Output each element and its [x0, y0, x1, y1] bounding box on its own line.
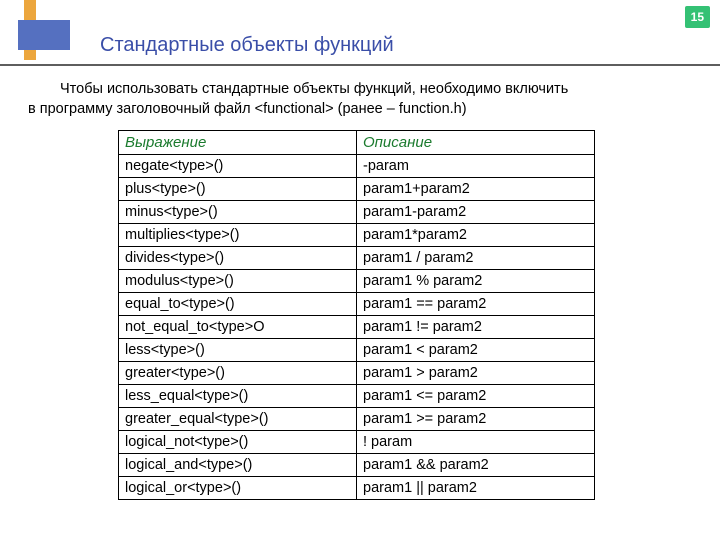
cell-description: param1 > param2 — [357, 362, 595, 385]
table-row: less<type>()param1 < param2 — [119, 339, 595, 362]
functions-table: Выражение Описание negate<type>()-param … — [118, 130, 595, 500]
table-row: logical_or<type>()param1 || param2 — [119, 477, 595, 500]
intro-text: Чтобы использовать стандартные объекты ф… — [28, 80, 692, 119]
table-row: not_equal_to<type>Oparam1 != param2 — [119, 316, 595, 339]
table-header-row: Выражение Описание — [119, 131, 595, 155]
table-row: negate<type>()-param — [119, 155, 595, 178]
cell-description: param1 >= param2 — [357, 408, 595, 431]
cell-expression: multiplies<type>() — [119, 224, 357, 247]
table-row: modulus<type>()param1 % param2 — [119, 270, 595, 293]
table-row: greater<type>()param1 > param2 — [119, 362, 595, 385]
cell-expression: greater<type>() — [119, 362, 357, 385]
cell-expression: minus<type>() — [119, 201, 357, 224]
table-row: logical_and<type>()param1 && param2 — [119, 454, 595, 477]
page-number-badge: 15 — [685, 6, 710, 28]
table-row: multiplies<type>()param1*param2 — [119, 224, 595, 247]
cell-description: param1+param2 — [357, 178, 595, 201]
cell-expression: logical_not<type>() — [119, 431, 357, 454]
slide-title: Стандартные объекты функций — [100, 34, 394, 57]
table-row: logical_not<type>()! param — [119, 431, 595, 454]
table-row: divides<type>()param1 / param2 — [119, 247, 595, 270]
cell-expression: greater_equal<type>() — [119, 408, 357, 431]
cell-description: param1 < param2 — [357, 339, 595, 362]
logo-blue-block — [18, 20, 70, 50]
intro-line1: Чтобы использовать стандартные объекты ф… — [60, 81, 568, 97]
table-row: less_equal<type>()param1 <= param2 — [119, 385, 595, 408]
cell-expression: divides<type>() — [119, 247, 357, 270]
cell-description: param1 == param2 — [357, 293, 595, 316]
cell-description: param1*param2 — [357, 224, 595, 247]
table-row: plus<type>()param1+param2 — [119, 178, 595, 201]
cell-expression: less_equal<type>() — [119, 385, 357, 408]
table-row: equal_to<type>()param1 == param2 — [119, 293, 595, 316]
cell-description: -param — [357, 155, 595, 178]
cell-expression: negate<type>() — [119, 155, 357, 178]
intro-line2: в программу заголовочный файл <functiona… — [28, 101, 467, 117]
slide-logo — [18, 0, 78, 70]
table-row: minus<type>()param1-param2 — [119, 201, 595, 224]
cell-description: param1 || param2 — [357, 477, 595, 500]
cell-description: ! param — [357, 431, 595, 454]
cell-description: param1 / param2 — [357, 247, 595, 270]
cell-description: param1-param2 — [357, 201, 595, 224]
cell-expression: equal_to<type>() — [119, 293, 357, 316]
cell-expression: logical_and<type>() — [119, 454, 357, 477]
cell-expression: not_equal_to<type>O — [119, 316, 357, 339]
cell-description: param1 % param2 — [357, 270, 595, 293]
cell-expression: less<type>() — [119, 339, 357, 362]
cell-description: param1 != param2 — [357, 316, 595, 339]
title-underline — [0, 64, 720, 66]
cell-description: param1 && param2 — [357, 454, 595, 477]
header-description: Описание — [357, 131, 595, 155]
cell-expression: logical_or<type>() — [119, 477, 357, 500]
cell-expression: modulus<type>() — [119, 270, 357, 293]
table-row: greater_equal<type>()param1 >= param2 — [119, 408, 595, 431]
header-expression: Выражение — [119, 131, 357, 155]
cell-description: param1 <= param2 — [357, 385, 595, 408]
cell-expression: plus<type>() — [119, 178, 357, 201]
